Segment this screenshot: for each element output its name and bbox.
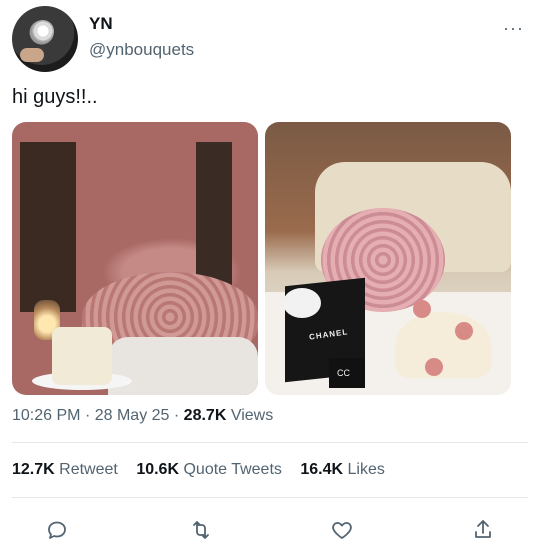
tweet-header: YN @ynbouquets ··· <box>12 6 528 76</box>
reply-button[interactable] <box>40 513 74 547</box>
reply-icon <box>48 521 66 539</box>
rose-decoration <box>455 322 473 340</box>
more-options-icon[interactable]: ··· <box>503 18 524 39</box>
retweets-count: 12.7K <box>12 461 55 478</box>
like-button[interactable] <box>325 513 359 547</box>
quotes-label: Quote Tweets <box>183 461 282 478</box>
meta-separator: · <box>84 407 91 424</box>
retweets-stat[interactable]: 12.7K Retweet <box>12 461 118 479</box>
media-photo-1[interactable] <box>12 122 258 395</box>
views-count: 28.7K <box>183 407 227 424</box>
meta-separator: · <box>173 407 180 424</box>
tweet-time[interactable]: 10:26 PM <box>12 407 80 424</box>
likes-count: 16.4K <box>300 461 344 478</box>
retweets-label: Retweet <box>59 461 118 478</box>
share-icon <box>475 520 491 538</box>
likes-stat[interactable]: 16.4K Likes <box>300 461 385 479</box>
pillar <box>196 142 232 292</box>
cake <box>52 327 112 385</box>
quotes-stat[interactable]: 10.6K Quote Tweets <box>136 461 282 479</box>
media-photo-2[interactable]: CHANEL CC <box>265 122 511 395</box>
flower-icon <box>32 20 54 42</box>
heart-icon <box>332 522 352 539</box>
action-bar <box>0 513 540 547</box>
user-handle[interactable]: @ynbouquets <box>89 40 194 60</box>
bouquet-wrap <box>108 337 258 395</box>
cake <box>395 312 491 378</box>
rose-decoration <box>425 358 443 376</box>
tweet-meta: 10:26 PM · 28 May 25 · 28.7K Views <box>12 407 273 425</box>
divider <box>12 497 528 498</box>
quotes-count: 10.6K <box>136 461 180 478</box>
avatar[interactable] <box>12 6 78 72</box>
box-logo: CC <box>337 368 350 378</box>
tweet-date[interactable]: 28 May 25 <box>95 407 170 424</box>
ribbon <box>283 288 321 318</box>
share-button[interactable] <box>466 513 500 547</box>
views-label: Views <box>230 407 274 424</box>
tweet-stats: 12.7K Retweet 10.6K Quote Tweets 16.4K L… <box>12 461 399 479</box>
tweet-text: hi guys!!.. <box>12 86 98 108</box>
pillar <box>20 142 76 312</box>
display-name[interactable]: YN <box>89 14 113 34</box>
retweet-button[interactable] <box>184 513 218 547</box>
retweet-icon <box>193 521 209 539</box>
hand-icon <box>20 48 44 62</box>
media-grid: CHANEL CC <box>12 122 511 395</box>
divider <box>12 442 528 443</box>
rose-decoration <box>413 300 431 318</box>
likes-label: Likes <box>347 461 385 478</box>
